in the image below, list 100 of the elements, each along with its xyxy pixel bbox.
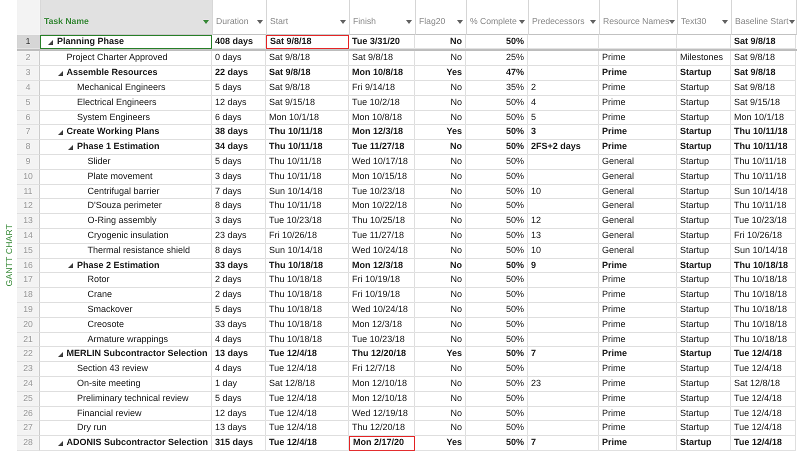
row-number[interactable]: 3 [17, 66, 40, 82]
row-number[interactable]: 7 [17, 125, 40, 140]
column-header[interactable]: Resource Names [600, 0, 678, 35]
row-number[interactable]: 18 [17, 288, 40, 304]
task-cell[interactable]: Plate movement [40, 170, 212, 185]
task-cell[interactable]: System Engineers [40, 110, 212, 126]
collapse-triangle-icon[interactable] [48, 40, 53, 45]
row-number[interactable]: 6 [17, 110, 40, 126]
task-cell[interactable]: Financial review [40, 406, 212, 422]
row-number[interactable]: 22 [17, 347, 40, 362]
task-cell[interactable]: Rotor [40, 273, 212, 288]
table-cell: Startup [677, 318, 731, 333]
table-cell: 50% [466, 288, 528, 304]
table-cell: 12 days [212, 406, 266, 422]
task-cell[interactable]: Section 43 review [40, 362, 212, 378]
collapse-triangle-icon[interactable] [58, 440, 62, 446]
task-cell[interactable]: Project Charter Approved [40, 51, 212, 66]
column-header[interactable]: Finish [350, 0, 416, 35]
table-cell: 33 days [212, 318, 266, 333]
task-cell[interactable]: Phase 2 Estimation [40, 258, 212, 274]
task-cell[interactable]: Creosote [40, 318, 212, 333]
column-header[interactable]: Text30 [678, 0, 732, 35]
row-number[interactable]: 26 [17, 406, 40, 422]
task-cell[interactable]: Centrifugal barrier [40, 184, 212, 200]
table-cell: Thu 10/11/18 [731, 170, 796, 185]
table-cell: Tue 11/27/18 [349, 140, 415, 156]
table-cell: Thu 10/11/18 [266, 199, 349, 214]
table-cell: No [415, 318, 466, 333]
task-cell[interactable]: Crane [40, 288, 212, 304]
row-number[interactable]: 20 [17, 318, 40, 333]
row-number[interactable]: 15 [17, 244, 40, 259]
row-number[interactable]: 4 [17, 81, 40, 96]
task-cell[interactable]: Electrical Engineers [40, 96, 212, 111]
row-number[interactable]: 17 [17, 273, 40, 288]
table-cell: Tue 10/2/18 [349, 96, 415, 111]
row-number[interactable]: 16 [17, 258, 40, 274]
collapse-triangle-icon[interactable] [58, 130, 62, 135]
table-cell: Thu 10/11/18 [266, 170, 349, 185]
collapse-triangle-icon[interactable] [68, 144, 73, 150]
task-cell[interactable]: Create Working Plans [40, 125, 212, 140]
task-cell[interactable]: Cryogenic insulation [40, 229, 212, 244]
task-cell[interactable]: Armature wrappings [40, 332, 212, 348]
table-cell: No [415, 184, 466, 200]
collapse-triangle-icon[interactable] [58, 70, 62, 76]
dropdown-arrow-icon[interactable] [590, 20, 596, 24]
column-header[interactable]: Start [267, 0, 350, 35]
row-number[interactable]: 28 [17, 436, 40, 451]
task-cell[interactable]: O-Ring assembly [40, 214, 212, 230]
row-number[interactable]: 11 [17, 184, 40, 200]
row-number[interactable]: 2 [17, 51, 40, 66]
row-number[interactable]: 13 [17, 214, 40, 230]
task-cell[interactable]: Mechanical Engineers [40, 81, 212, 96]
column-header[interactable]: Baseline Start [732, 0, 797, 35]
table-cell: 50% [466, 318, 528, 333]
task-cell[interactable]: Thermal resistance shield [40, 244, 212, 259]
row-number[interactable]: 19 [17, 303, 40, 318]
row-number[interactable]: 8 [17, 140, 40, 156]
column-header[interactable]: Flag20 [416, 0, 467, 35]
column-header[interactable]: % Complete [467, 0, 529, 35]
row-number[interactable]: 9 [17, 155, 40, 170]
row-number[interactable]: 23 [17, 362, 40, 378]
dropdown-arrow-icon[interactable] [722, 20, 728, 24]
task-name: Financial review [77, 406, 142, 420]
dropdown-arrow-icon[interactable] [788, 20, 795, 24]
dropdown-arrow-icon[interactable] [519, 20, 525, 24]
table-cell: General [599, 214, 677, 230]
task-cell[interactable]: Phase 1 Estimation [40, 140, 212, 156]
task-cell[interactable]: Preliminary technical review [40, 392, 212, 407]
column-header[interactable]: Predecessors [529, 0, 600, 35]
row-number[interactable]: 24 [17, 377, 40, 392]
column-header[interactable]: Task Name [41, 0, 213, 35]
task-cell[interactable]: Smackover [40, 303, 212, 318]
task-cell[interactable]: Dry run [40, 421, 212, 436]
task-cell[interactable]: D'Souza perimeter [40, 199, 212, 214]
collapse-triangle-icon[interactable] [68, 263, 73, 268]
dropdown-arrow-icon[interactable] [406, 20, 412, 24]
dropdown-arrow-icon[interactable] [457, 20, 463, 24]
row-number[interactable]: 10 [17, 170, 40, 185]
row-number[interactable]: 12 [17, 199, 40, 214]
task-cell[interactable]: Planning Phase [40, 34, 212, 50]
row-number[interactable]: 25 [17, 392, 40, 407]
task-cell[interactable]: Slider [40, 155, 212, 170]
row-number[interactable]: 27 [17, 421, 40, 436]
row-number[interactable]: 21 [17, 332, 40, 348]
dropdown-arrow-icon[interactable] [340, 20, 346, 24]
row-number[interactable]: 14 [17, 229, 40, 244]
dropdown-arrow-icon[interactable] [257, 20, 263, 24]
table-cell: Yes [415, 436, 466, 451]
table-cell: Sun 10/14/18 [731, 244, 796, 259]
task-cell[interactable]: Assemble Resources [40, 66, 212, 82]
task-cell[interactable]: MERLIN Subcontractor Selection [40, 347, 212, 362]
task-cell[interactable]: ADONIS Subcontractor Selection [40, 436, 212, 451]
table-cell: Yes [415, 66, 466, 82]
row-number[interactable]: 1 [17, 34, 40, 50]
dropdown-arrow-icon[interactable] [203, 20, 209, 24]
column-header[interactable]: Duration [213, 0, 267, 35]
row-number[interactable]: 5 [17, 96, 40, 111]
task-cell[interactable]: On-site meeting [40, 377, 212, 392]
dropdown-arrow-icon[interactable] [669, 20, 676, 24]
collapse-triangle-icon[interactable] [58, 352, 62, 357]
